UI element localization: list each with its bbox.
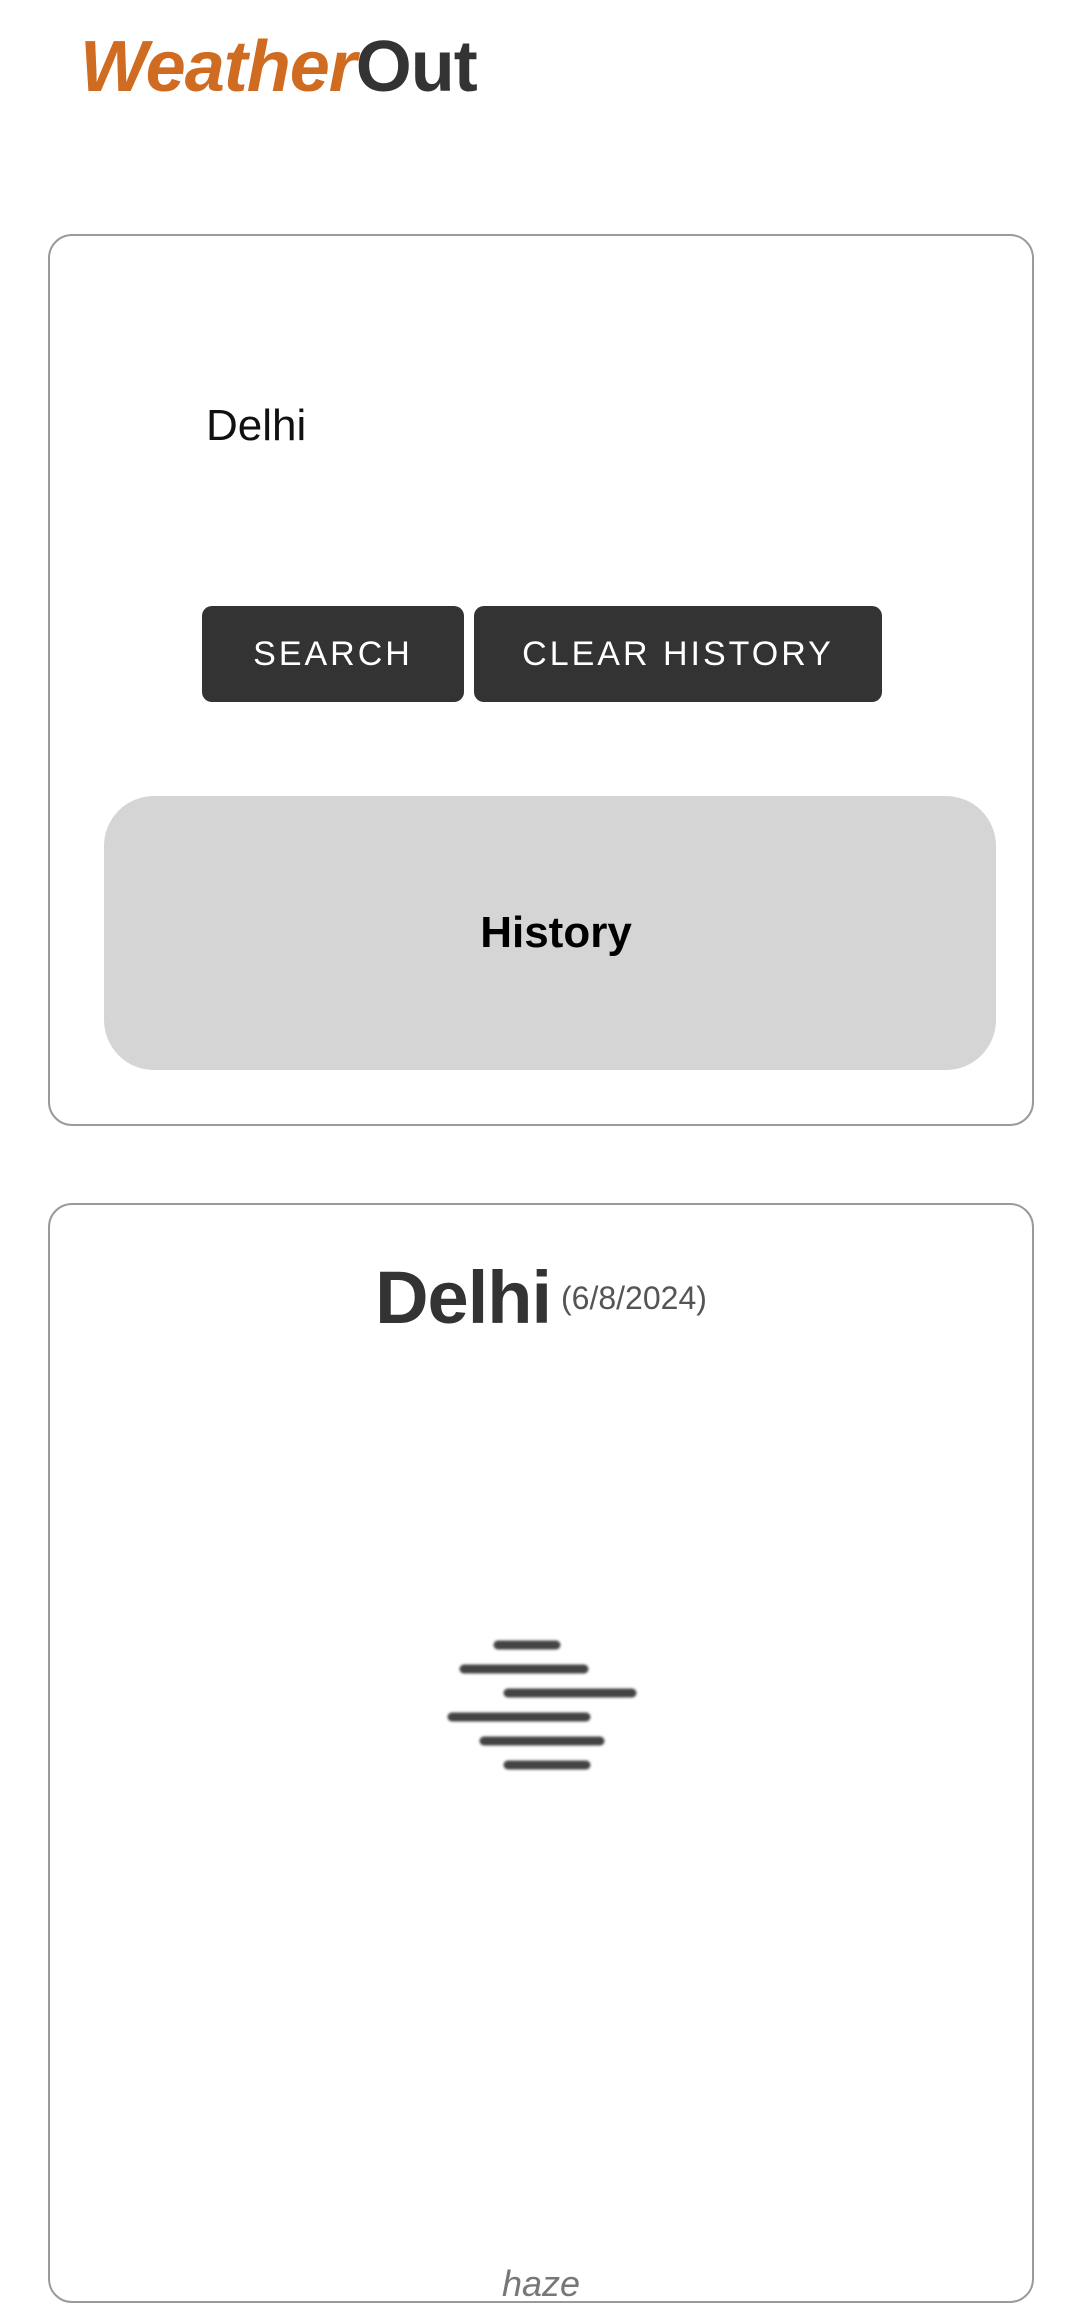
weather-date: (6/8/2024) [561, 1280, 707, 1316]
history-panel: History [104, 796, 996, 1070]
city-heading: Delhi (6/8/2024) [50, 1255, 1032, 1340]
app-logo: WeatherOut [80, 22, 478, 112]
weather-card: Delhi (6/8/2024) haze [48, 1203, 1034, 2304]
search-card: SEARCH CLEAR HISTORY History [48, 234, 1034, 1126]
haze-icon [447, 1640, 637, 1770]
city-name: Delhi [375, 1256, 552, 1339]
logo-weather-text: Weather [80, 27, 357, 107]
weather-condition: haze [501, 2263, 581, 2304]
search-button[interactable]: SEARCH [202, 606, 464, 702]
history-title: History [480, 908, 632, 957]
logo-out-text: Out [355, 27, 478, 107]
city-search-input[interactable] [206, 386, 906, 466]
clear-history-button[interactable]: CLEAR HISTORY [474, 606, 882, 702]
